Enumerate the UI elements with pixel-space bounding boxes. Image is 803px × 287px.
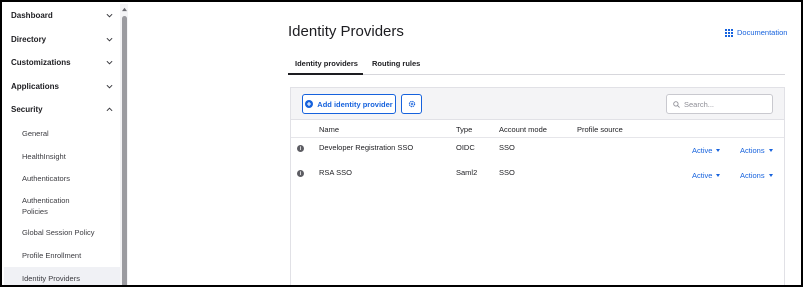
search-box[interactable] xyxy=(666,94,773,114)
provider-type: Saml2 xyxy=(456,168,478,177)
sidebar-item-global-session-policy[interactable]: Global Session Policy xyxy=(4,223,120,241)
sidebar-item-authenticators[interactable]: Authenticators xyxy=(4,169,120,187)
sidebar-item-label: HealthInsight xyxy=(22,151,66,161)
provider-name[interactable]: RSA SSO xyxy=(319,168,352,177)
actions-dropdown[interactable]: Actions xyxy=(740,171,773,180)
sidebar-scrollbar-thumb[interactable] xyxy=(122,16,127,285)
status-label: Active xyxy=(692,146,713,155)
chevron-down-icon xyxy=(104,10,114,20)
grid-icon xyxy=(725,28,733,37)
sidebar-item-profile-enrollment[interactable]: Profile Enrollment xyxy=(4,246,120,264)
documentation-label: Documentation xyxy=(737,28,788,37)
sidebar-item-identity-providers[interactable]: Identity Providers xyxy=(4,267,120,285)
header-divider xyxy=(291,137,784,138)
provider-name[interactable]: Developer Registration SSO xyxy=(319,143,413,152)
sidebar-item-label: Authenticators xyxy=(22,173,70,183)
provider-type: OIDC xyxy=(456,143,475,152)
sidebar-section-label: Security xyxy=(11,104,43,114)
tab-bar: Identity providers Routing rules xyxy=(288,55,785,75)
provider-account-mode: SSO xyxy=(499,143,515,152)
sidebar: Dashboard Directory Customizations Appli… xyxy=(4,4,128,285)
column-header-name[interactable]: Name xyxy=(319,125,339,134)
sidebar-section-label: Directory xyxy=(11,34,47,44)
sidebar-item-label: Authentication Policies xyxy=(22,196,70,216)
status-dropdown[interactable]: Active xyxy=(692,146,721,155)
sidebar-section-label: Dashboard xyxy=(11,10,53,20)
sidebar-section-applications[interactable]: Applications xyxy=(4,75,120,97)
info-icon[interactable]: i xyxy=(297,145,304,152)
page-title: Identity Providers xyxy=(288,23,404,40)
sidebar-item-label: Global Session Policy xyxy=(22,227,95,237)
provider-account-mode: SSO xyxy=(499,168,515,177)
sidebar-section-customizations[interactable]: Customizations xyxy=(4,51,120,73)
sidebar-section-directory[interactable]: Directory xyxy=(4,28,120,50)
column-header-profile-source[interactable]: Profile source xyxy=(577,125,623,134)
sidebar-item-label: Profile Enrollment xyxy=(22,250,82,260)
actions-dropdown[interactable]: Actions xyxy=(740,146,773,155)
caret-down-icon xyxy=(768,174,773,177)
toolbar: Add identity provider xyxy=(291,88,784,120)
actions-label: Actions xyxy=(740,146,765,155)
column-header-account-mode[interactable]: Account mode xyxy=(499,125,547,134)
sidebar-section-label: Customizations xyxy=(11,57,71,67)
tab-routing-rules[interactable]: Routing rules xyxy=(372,59,420,68)
chevron-up-icon xyxy=(104,104,114,114)
chevron-down-icon xyxy=(104,34,114,44)
caret-down-icon xyxy=(768,149,773,152)
identity-providers-panel: Add identity provider Name Type Account … xyxy=(290,87,785,285)
search-icon xyxy=(673,100,680,108)
settings-button[interactable] xyxy=(401,94,422,114)
sidebar-item-general[interactable]: General xyxy=(4,124,120,142)
status-label: Active xyxy=(692,171,713,180)
tab-identity-providers[interactable]: Identity providers xyxy=(295,59,358,68)
app-window: Dashboard Directory Customizations Appli… xyxy=(0,0,803,287)
sidebar-item-label: General xyxy=(22,128,49,138)
scroll-up-arrow-icon[interactable] xyxy=(122,6,127,12)
caret-down-icon xyxy=(716,174,721,177)
actions-label: Actions xyxy=(740,171,765,180)
sidebar-section-dashboard[interactable]: Dashboard xyxy=(4,4,120,26)
documentation-link[interactable]: Documentation xyxy=(725,28,787,37)
plus-circle-icon xyxy=(305,100,314,108)
chevron-down-icon xyxy=(104,81,114,91)
column-header-type[interactable]: Type xyxy=(456,125,472,134)
add-identity-provider-button[interactable]: Add identity provider xyxy=(302,94,396,114)
sidebar-item-authentication-policies[interactable]: Authentication Policies xyxy=(4,193,94,219)
sidebar-section-label: Applications xyxy=(11,81,60,91)
sidebar-item-healthinsight[interactable]: HealthInsight xyxy=(4,147,120,165)
caret-down-icon xyxy=(716,149,721,152)
search-input[interactable] xyxy=(684,99,769,109)
sidebar-item-label: Identity Providers xyxy=(22,273,80,283)
gear-icon xyxy=(408,100,415,108)
active-tab-indicator xyxy=(288,73,363,75)
add-identity-provider-label: Add identity provider xyxy=(317,99,393,109)
status-dropdown[interactable]: Active xyxy=(692,171,721,180)
chevron-down-icon xyxy=(104,57,114,67)
info-icon[interactable]: i xyxy=(297,170,304,177)
table-row: i RSA SSO Saml2 SSO Active Actions xyxy=(291,165,784,189)
sidebar-section-security[interactable]: Security xyxy=(4,98,120,120)
table-row: i Developer Registration SSO OIDC SSO Ac… xyxy=(291,140,784,164)
